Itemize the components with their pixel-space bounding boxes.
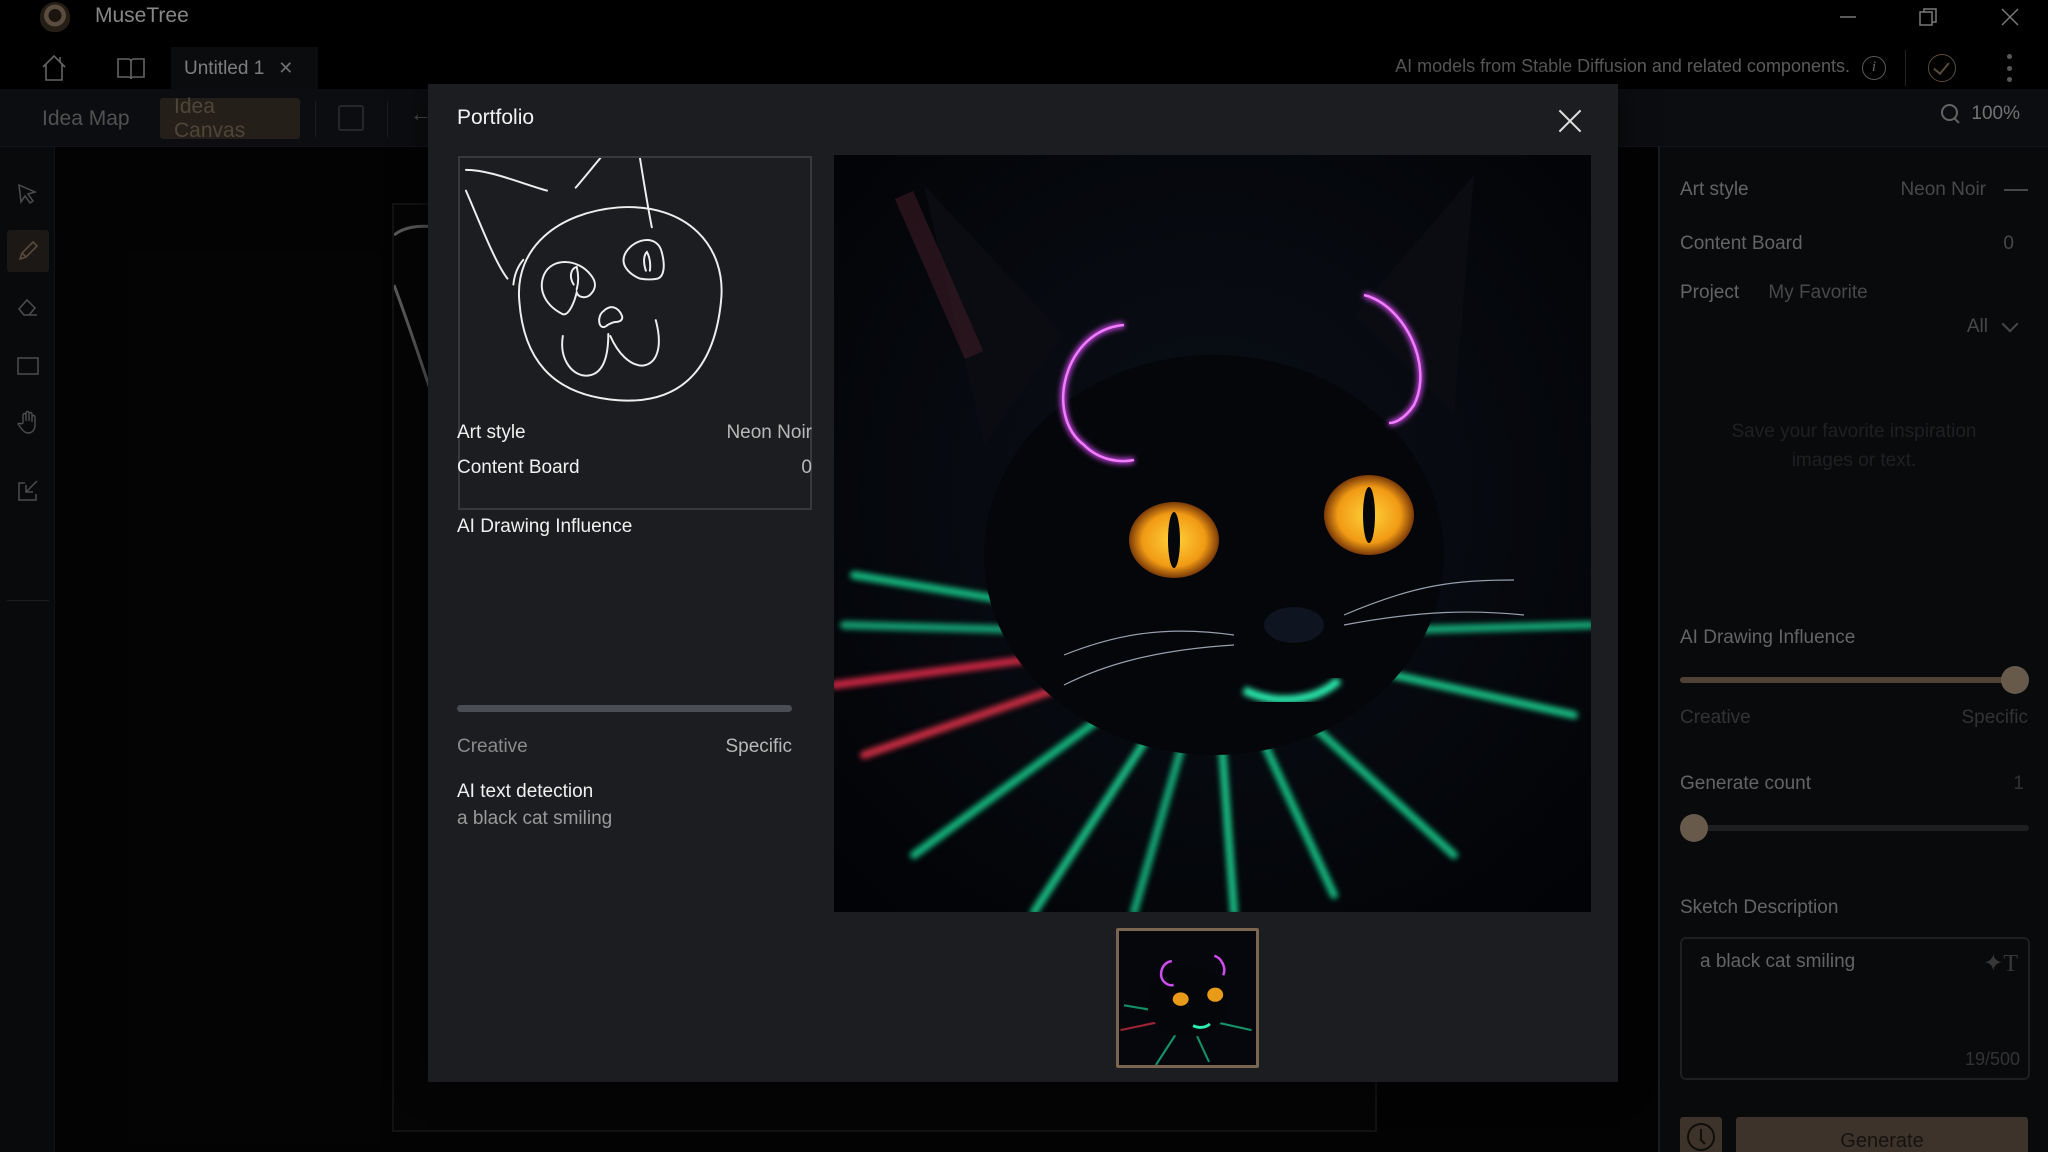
restore-button[interactable] [1898,0,1958,34]
model-notice: AI models from Stable Diffusion and rela… [1395,56,1850,76]
eraser-icon [18,298,37,316]
generate-button[interactable]: Generate [1736,1117,2028,1152]
divider [1905,50,1906,86]
portfolio-modal: Portfolio Art style Neon Noir Content Bo… [428,84,1618,1082]
modal-influence-label: AI Drawing Influence [457,516,633,537]
description-input[interactable] [1700,951,1960,1051]
empty-hint: Save your favorite inspiration images or… [1731,421,1977,471]
creative-label: Creative [1680,707,1751,728]
influence-scale: Creative Specific [1680,707,2028,729]
project-label: Project [1680,282,1740,303]
content-board-label: Content Board [457,457,580,478]
slider-track [1680,825,2029,831]
search-icon [1941,104,1961,124]
close-modal-button[interactable] [1556,108,1584,136]
info-icon[interactable]: i [1862,56,1886,80]
book-icon [117,58,145,80]
clock-icon [1687,1123,1715,1151]
slider-knob[interactable] [2001,666,2029,694]
project-row: Project My Favorite [1680,282,1868,304]
import-icon [18,480,38,501]
divider [387,101,388,137]
generated-image [834,155,1591,912]
art-style-label: Art style [1680,179,1749,200]
modal-influence-scale: Creative Specific [457,736,792,758]
divider [315,101,316,137]
filter-value: All [1966,316,1988,337]
influence-slider[interactable] [1680,665,2029,695]
slider-fill [1680,677,2015,683]
content-board-value: 0 [2003,233,2014,254]
close-icon [2001,8,2019,26]
specific-label: Specific [725,736,792,757]
rectangle-tool[interactable] [7,344,49,386]
ai-text-icon[interactable]: ✦T [1983,949,2018,978]
pencil-icon [18,240,39,261]
art-style-value: Neon Noir [1900,179,1986,200]
save-icon[interactable] [338,105,364,131]
modal-content-board-row: Content Board 0 [457,457,812,479]
minimize-icon [1840,16,1856,18]
rectangle-icon [17,357,39,375]
filter-dropdown[interactable]: All [1966,315,2019,338]
description-label: Sketch Description [1680,897,1839,918]
zoom-control[interactable]: 100% [1941,103,2020,125]
modal-influence-bar [457,705,792,712]
document-tab-label: Untitled 1 [184,57,265,79]
close-window-button[interactable] [1980,0,2040,34]
collapse-icon[interactable] [2004,188,2028,191]
tab-idea-map[interactable]: Idea Map [28,98,144,139]
char-count: 19/500 [1964,1049,2020,1069]
cursor-icon [18,183,38,205]
import-tool[interactable] [7,470,49,512]
hand-icon [17,410,36,434]
art-style-label: Art style [457,422,526,443]
modal-art-style-row: Art style Neon Noir [457,422,812,444]
close-tab-icon[interactable]: ✕ [278,58,293,79]
check-circle-icon[interactable] [1928,54,1956,82]
project-value[interactable]: My Favorite [1768,282,1867,303]
home-button[interactable] [38,52,70,84]
pencil-tool[interactable] [7,230,49,272]
minimize-button[interactable] [1818,0,1878,34]
content-board-label: Content Board [1680,233,1803,254]
library-button[interactable] [115,52,147,84]
art-style-row[interactable]: Art style Neon Noir [1680,179,2028,201]
tool-rail [0,147,55,1152]
app-logo-icon [40,2,70,32]
count-slider[interactable] [1680,813,2029,843]
content-board-value: 0 [801,457,812,478]
pan-tool[interactable] [7,401,49,443]
document-tab[interactable]: Untitled 1 ✕ [171,47,318,90]
app-title: MuseTree [95,4,189,27]
thumbnail-1[interactable] [1116,928,1259,1068]
restore-icon [1919,8,1937,26]
cat-sketch [464,158,723,402]
more-options-icon[interactable] [2006,54,2012,82]
influence-label: AI Drawing Influence [1680,627,1856,648]
tab-idea-canvas[interactable]: Idea Canvas [160,95,300,142]
text-detection-label: AI text detection [457,781,594,802]
neon-cat-image [834,155,1591,912]
modal-title: Portfolio [457,106,535,129]
home-icon [42,54,66,81]
creative-label: Creative [457,736,528,757]
specific-label: Specific [1961,707,2028,728]
zoom-level: 100% [1971,103,2020,124]
chevron-down-icon [2001,315,2019,333]
text-detection-value: a black cat smiling [457,808,613,829]
slider-knob[interactable] [1680,814,1708,842]
right-panel: Art style Neon Noir Content Board 0 Proj… [1658,147,2048,1152]
thumbnail-image [1120,931,1255,1065]
eraser-tool[interactable] [7,287,49,329]
title-bar: MuseTree Untitled 1 ✕ AI models from Sta… [0,0,2048,90]
count-value: 1 [2013,773,2024,794]
content-board-row[interactable]: Content Board 0 [1680,233,2028,255]
count-label: Generate count [1680,773,1811,794]
description-box: ✦T 19/500 [1680,937,2030,1080]
art-style-value: Neon Noir [726,422,812,443]
history-button[interactable] [1680,1117,1722,1152]
divider [7,600,49,601]
select-tool[interactable] [7,174,49,216]
